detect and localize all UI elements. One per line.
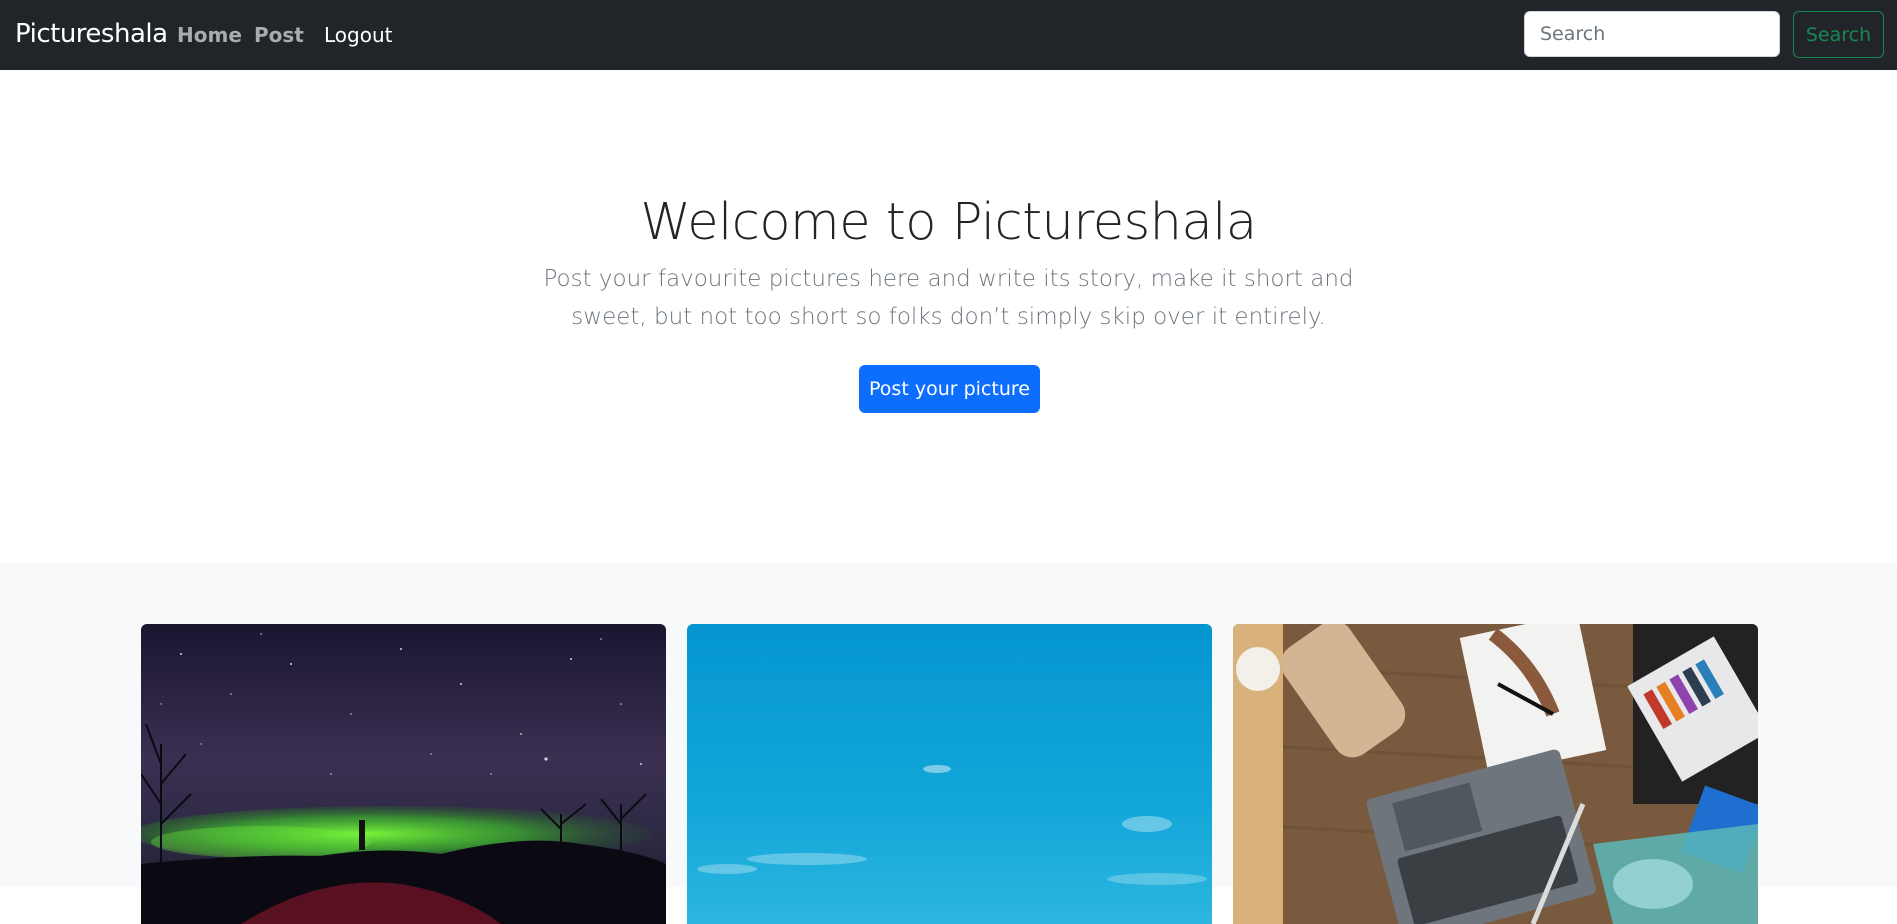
post-picture-button[interactable]: Post your picture — [859, 365, 1040, 413]
nav-link-logout[interactable]: Logout — [324, 23, 392, 47]
aurora-image — [141, 624, 666, 924]
hero-section: Welcome to Pictureshala Post your favour… — [0, 70, 1897, 563]
card-aurora-image[interactable] — [141, 624, 666, 924]
brand-logo[interactable]: Pictureshala — [15, 19, 168, 49]
navbar: Pictureshala Home Post Logout Search — [0, 0, 1897, 70]
nav-link-post[interactable]: Post — [254, 23, 304, 47]
hero-lead: Post your favourite pictures here and wr… — [543, 266, 1354, 330]
sky-image — [687, 624, 1212, 924]
search-button[interactable]: Search — [1793, 11, 1884, 58]
search-input[interactable] — [1524, 11, 1780, 57]
card-sky-image[interactable] — [687, 624, 1212, 924]
album-section — [0, 563, 1897, 924]
card-desk-image[interactable] — [1233, 624, 1758, 924]
nav-link-home[interactable]: Home — [177, 23, 242, 47]
hero-title: Welcome to Pictureshala — [640, 193, 1257, 252]
desk-image — [1233, 624, 1758, 924]
